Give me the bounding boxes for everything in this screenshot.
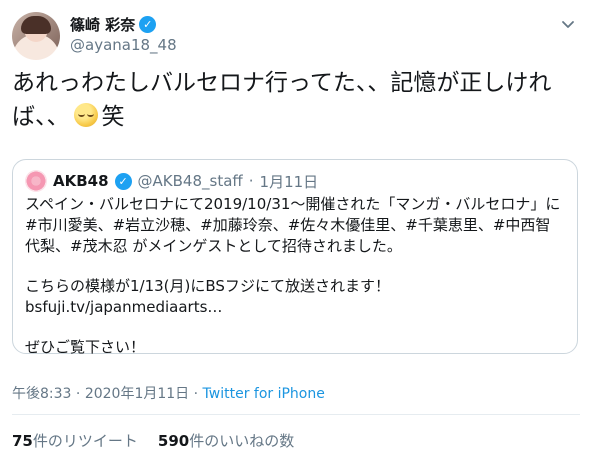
face-with-rolling-eyes-emoji-icon <box>73 103 98 127</box>
retweets-label: 件のリツイート <box>32 432 138 450</box>
tweet-source-link[interactable]: Twitter for iPhone <box>203 386 325 402</box>
tweet-text: あれっわたしバルセロナ行ってた、、記憶が正しければ、、笑 <box>12 66 578 134</box>
author-name-row[interactable]: 篠崎 彩奈 ✓ <box>70 14 157 35</box>
quoted-tweet-body: スペイン・バルセロナにて2019/10/31〜開催された「マンガ・バルセロナ」に… <box>25 194 565 358</box>
tweet-time[interactable]: 午後8:33 <box>12 386 71 402</box>
divider <box>12 414 580 415</box>
tweet-meta-row: 午後8:33 · 2020年1月11日 · Twitter for iPhone <box>12 383 325 403</box>
tweet-stats: 75件のリツイート 590件のいいねの数 <box>12 430 294 451</box>
author-avatar[interactable] <box>12 12 60 60</box>
quoted-verified-badge-icon: ✓ <box>114 172 132 190</box>
verified-badge-icon: ✓ <box>139 16 157 33</box>
chevron-down-icon-svg <box>562 21 574 28</box>
quoted-text-line1: スペイン・バルセロナにて2019/10/31〜開催された「マンガ・バルセロナ」に… <box>25 195 561 255</box>
meta-separator-1: · <box>71 386 85 402</box>
retweets-count: 75 <box>12 432 33 450</box>
quoted-author-avatar <box>25 170 47 192</box>
retweets-stat[interactable]: 75件のリツイート <box>12 430 138 451</box>
quoted-text-line2: こちらの模様が1/13(月)にBSフジにて放送されます！ <box>25 277 390 295</box>
tweet-text-suffix: 笑 <box>101 104 125 130</box>
quoted-tweet-header: AKB48 ✓ @AKB48_staff · 1月11日 <box>25 170 318 192</box>
quoted-author-handle: @AKB48_staff <box>137 172 243 190</box>
author-display-name[interactable]: 篠崎 彩奈 <box>70 14 135 35</box>
quoted-tweet-card[interactable]: AKB48 ✓ @AKB48_staff · 1月11日 スペイン・バルセロナに… <box>12 159 578 356</box>
quoted-date: 1月11日 <box>259 172 319 191</box>
likes-label: 件のいいねの数 <box>189 432 295 450</box>
quoted-author-name: AKB48 <box>53 172 109 190</box>
meta-separator-2: · <box>189 386 203 402</box>
quoted-separator: · <box>248 172 254 190</box>
chevron-down-icon[interactable] <box>556 12 580 36</box>
tweet-date[interactable]: 2020年1月11日 <box>85 386 189 402</box>
quoted-text-line4: ぜひご覧下さい！ <box>25 338 146 356</box>
author-handle[interactable]: @ayana18_48 <box>70 36 177 54</box>
quoted-text-link: bsfuji.tv/japanmediaarts… <box>25 298 223 316</box>
likes-count: 590 <box>157 432 190 450</box>
likes-stat[interactable]: 590件のいいねの数 <box>158 430 294 451</box>
